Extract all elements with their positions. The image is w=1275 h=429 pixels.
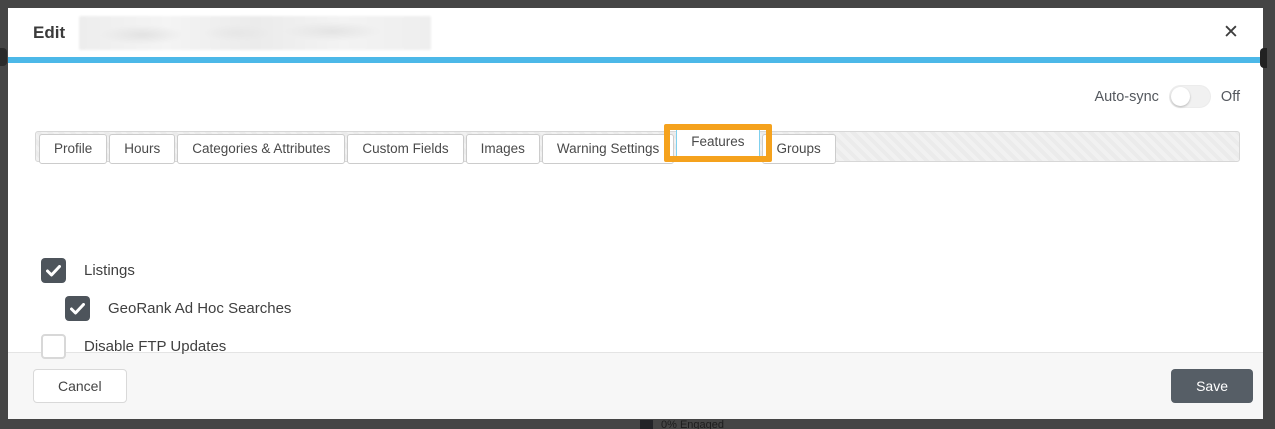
tab-hours[interactable]: Hours [109,134,175,164]
cancel-button[interactable]: Cancel [33,369,127,404]
background-edge-element-left [0,48,7,66]
checkmark-icon [46,265,61,277]
checkmark-icon [70,303,85,315]
background-legend-fragment: 0% Engaged [640,419,724,429]
legend-swatch-icon [640,420,653,429]
dialog-header: Edit ✕ [8,8,1263,57]
tab-categories-attributes[interactable]: Categories & Attributes [177,134,345,164]
disable-ftp-checkbox[interactable] [41,334,66,359]
checkbox-label: GeoRank Ad Hoc Searches [108,300,291,317]
checkbox-label: Listings [84,262,135,279]
auto-sync-control: Auto-sync Off [1094,85,1240,108]
tab-warning-settings[interactable]: Warning Settings [542,134,674,164]
checkbox-label: Disable FTP Updates [84,338,226,355]
tab-groups[interactable]: Groups [762,134,836,164]
listings-checkbox[interactable] [41,258,66,283]
auto-sync-toggle[interactable] [1169,85,1211,108]
background-page-strip: 0% Engaged [0,419,1275,429]
checkbox-row-disable-ftp: Disable FTP Updates [41,334,291,359]
edit-dialog: Edit ✕ Auto-sync Off Profile Hours Categ… [8,8,1263,419]
auto-sync-state: Off [1221,89,1240,105]
background-edge-element-right [1260,48,1267,68]
tab-profile[interactable]: Profile [39,134,107,164]
features-checkbox-list: Listings GeoRank Ad Hoc Searches Disable… [41,258,291,372]
legend-text: 0% Engaged [661,419,724,429]
tab-bar: Profile Hours Categories & Attributes Cu… [35,131,1240,162]
georank-checkbox[interactable] [65,296,90,321]
dialog-title: Edit [33,23,65,43]
save-button[interactable]: Save [1171,369,1253,404]
redacted-title-text [79,16,431,50]
tab-custom-fields[interactable]: Custom Fields [347,134,463,164]
tab-features-wrap: Features [675,133,760,151]
toggle-knob [1171,87,1190,106]
checkbox-row-georank: GeoRank Ad Hoc Searches [65,296,291,321]
dialog-body: Auto-sync Off Profile Hours Categories &… [8,63,1263,352]
checkbox-row-listings: Listings [41,258,291,283]
tab-features[interactable]: Features [676,127,759,161]
tab-images[interactable]: Images [466,134,540,164]
close-icon[interactable]: ✕ [1219,21,1243,45]
auto-sync-label: Auto-sync [1094,89,1158,105]
